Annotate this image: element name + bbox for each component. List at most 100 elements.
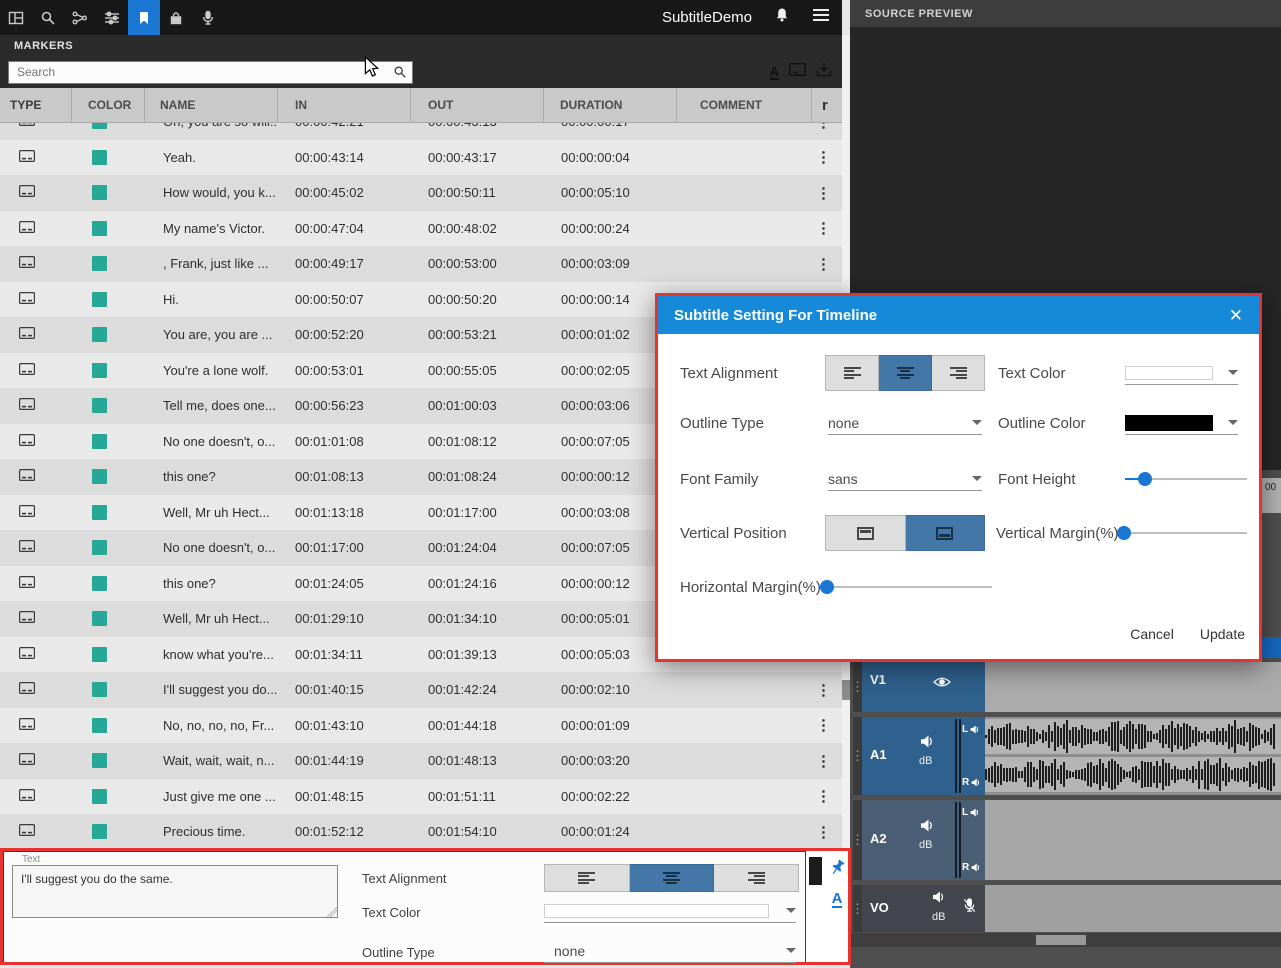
marker-duration: 00:00:03:20 [544,753,677,768]
row-menu-button[interactable]: ⋮ [812,681,842,699]
marker-row[interactable]: Yeah. 00:00:43:14 00:00:43:17 00:00:00:0… [0,140,842,176]
mic-button[interactable] [192,0,224,35]
row-menu-button[interactable]: ⋮ [812,184,842,202]
drag-handle-icon[interactable]: ⋮ [853,717,862,795]
font-style-icon[interactable]: A [832,891,843,908]
marker-color-swatch[interactable] [92,221,107,236]
volume-icon[interactable] [920,819,935,837]
marker-row[interactable]: My name's Victor. 00:00:47:04 00:00:48:0… [0,211,842,247]
editor-scrollbar-thumb[interactable] [809,857,822,885]
align-center-button[interactable] [879,355,932,391]
row-menu-button[interactable]: ⋮ [812,823,842,841]
marker-color-swatch[interactable] [92,824,107,839]
marker-color-swatch[interactable] [92,469,107,484]
close-icon[interactable]: ✕ [1229,307,1243,324]
timeline-scrollbar-thumb[interactable] [1036,935,1086,945]
vertical-bottom-button[interactable] [906,515,986,551]
track-a2-content[interactable] [985,800,1281,880]
row-menu-button[interactable]: ⋮ [812,219,842,237]
editor-text-color-dropdown[interactable] [544,899,796,923]
row-menu-button[interactable]: ⋮ [812,123,842,131]
font-style-icon[interactable]: A [770,65,779,80]
track-label: A1 [870,747,887,762]
row-menu-button[interactable]: ⋮ [812,255,842,273]
marker-color-swatch[interactable] [92,150,107,165]
import-icon[interactable] [816,62,832,83]
marker-color-swatch[interactable] [92,123,107,129]
font-height-slider[interactable] [1125,478,1247,480]
track-label: VO [870,900,889,915]
row-menu-button[interactable]: ⋮ [812,752,842,770]
row-menu-button[interactable]: ⋮ [812,787,842,805]
graph-button[interactable] [64,0,96,35]
search-input[interactable] [8,61,413,84]
drag-handle-icon[interactable]: ⋮ [853,800,862,880]
marker-color-swatch[interactable] [92,256,107,271]
marker-color-swatch[interactable] [92,434,107,449]
marker-row[interactable]: , Frank, just like ... 00:00:49:17 00:00… [0,246,842,282]
subtitle-display-icon[interactable] [789,63,806,81]
track-a1-content[interactable] [985,717,1281,795]
marker-row[interactable]: Just give me one ... 00:01:48:15 00:01:5… [0,779,842,815]
editor-outline-type-dropdown[interactable]: none [544,939,796,963]
update-button[interactable]: Update [1200,626,1245,642]
marker-row[interactable]: Precious time. 00:01:52:12 00:01:54:10 0… [0,814,842,850]
vertical-margin-slider[interactable] [1118,532,1247,534]
align-center-button[interactable] [630,864,715,892]
markers-button[interactable] [128,0,160,35]
track-vo-content[interactable] [985,885,1281,932]
align-left-button[interactable] [544,864,630,892]
marker-color-swatch[interactable] [92,789,107,804]
align-left-button[interactable] [825,355,879,391]
marker-out-timecode: 00:01:17:00 [411,505,544,520]
marker-color-swatch[interactable] [92,647,107,662]
marker-color-swatch[interactable] [92,398,107,413]
text-color-dropdown[interactable] [1125,361,1238,385]
slider-thumb[interactable] [820,580,834,594]
font-family-dropdown[interactable]: sans [828,467,982,491]
marker-row[interactable]: I'll suggest you do... 00:01:40:15 00:01… [0,672,842,708]
marker-row[interactable]: Oh, you are so will... 00:00:42:21 00:00… [0,123,842,140]
marker-color-swatch[interactable] [92,327,107,342]
mic-muted-icon[interactable] [962,897,977,919]
horizontal-margin-slider[interactable] [822,586,992,588]
row-menu-button[interactable]: ⋮ [812,716,842,734]
subtitle-text-input[interactable]: I'll suggest you do the same. [12,865,338,918]
marker-row[interactable]: Wait, wait, wait, n... 00:01:44:19 00:01… [0,743,842,779]
marker-color-swatch[interactable] [92,718,107,733]
marker-color-swatch[interactable] [92,292,107,307]
slider-thumb[interactable] [1117,526,1131,540]
vertical-top-button[interactable] [825,515,906,551]
outline-color-dropdown[interactable] [1125,411,1238,435]
align-right-button[interactable] [932,355,985,391]
lock-button[interactable] [160,0,192,35]
marker-color-swatch[interactable] [92,363,107,378]
eye-icon[interactable] [933,675,951,693]
volume-icon[interactable] [932,890,946,908]
marker-color-swatch[interactable] [92,185,107,200]
cancel-button[interactable]: Cancel [1130,626,1174,642]
panels-button[interactable] [0,0,32,35]
drag-handle-icon[interactable]: ⋮ [853,885,862,932]
volume-icon[interactable] [920,735,935,753]
markers-scrollbar-thumb[interactable] [842,680,850,700]
align-right-button[interactable] [714,864,799,892]
outline-type-dropdown[interactable]: none [828,411,982,435]
marker-row[interactable]: How would, you k... 00:00:45:02 00:00:50… [0,175,842,211]
pin-icon[interactable] [829,859,846,881]
marker-row[interactable]: No, no, no, no, Fr... 00:01:43:10 00:01:… [0,708,842,744]
marker-color-swatch[interactable] [92,611,107,626]
marker-color-swatch[interactable] [92,540,107,555]
notifications-bell-icon[interactable] [774,7,790,28]
marker-color-swatch[interactable] [92,576,107,591]
menu-icon[interactable] [812,8,830,27]
marker-color-swatch[interactable] [92,505,107,520]
slider-thumb[interactable] [1138,472,1152,486]
row-menu-button[interactable]: ⋮ [812,148,842,166]
drag-handle-icon[interactable]: ⋮ [853,662,862,712]
track-v1-content[interactable] [985,662,1281,712]
marker-color-swatch[interactable] [92,753,107,768]
settings-button[interactable] [96,0,128,35]
marker-color-swatch[interactable] [92,682,107,697]
search-button[interactable] [32,0,64,35]
